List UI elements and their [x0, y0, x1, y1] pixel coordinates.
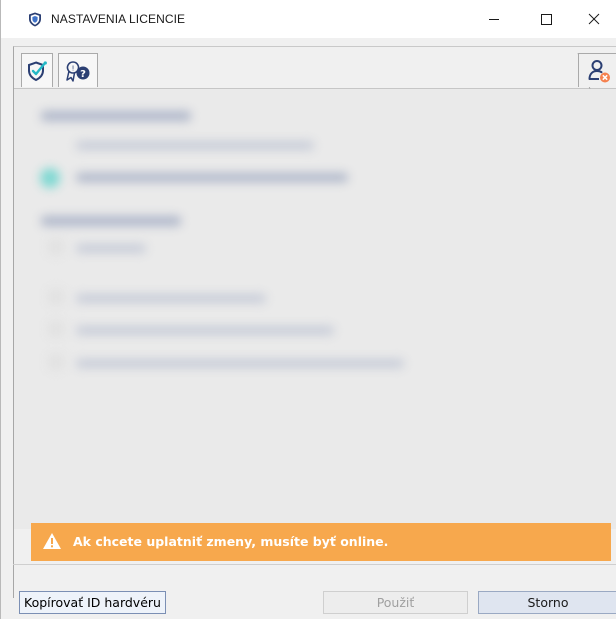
close-button[interactable] [571, 0, 616, 38]
blurred-status-dot [40, 168, 60, 188]
blurred-heading [41, 216, 181, 226]
minimize-button[interactable] [471, 0, 517, 38]
tab-license-info[interactable]: ! ? [58, 53, 98, 87]
minimize-icon [489, 19, 499, 20]
blurred-checkbox [48, 289, 64, 305]
copy-hardware-id-button[interactable]: Kopírovať ID hardvéru [19, 591, 166, 614]
blurred-line [76, 244, 146, 253]
blurred-checkbox [48, 239, 64, 255]
blurred-content [14, 89, 616, 529]
footer-separator [13, 564, 616, 565]
svg-text:!: ! [72, 64, 75, 72]
blurred-line [76, 294, 266, 303]
title-bar[interactable]: NASTAVENIA LICENCIE [1, 0, 616, 38]
tab-user[interactable] [578, 53, 616, 87]
client-area: ! ? Ak chcete uplatniť zmeny, musíte byť… [13, 46, 616, 598]
close-icon [588, 13, 600, 25]
tab-license[interactable] [21, 53, 53, 87]
license-settings-window: NASTAVENIA LICENCIE ! ? Ak chcete uplatn… [0, 0, 616, 619]
app-shield-icon [29, 12, 41, 27]
tab-bar: ! ? [14, 47, 616, 89]
license-content-panel [14, 89, 616, 529]
blurred-line [76, 141, 314, 150]
blurred-line [76, 359, 404, 368]
maximize-icon [541, 14, 552, 25]
blurred-line [76, 173, 348, 182]
warning-icon [43, 533, 61, 549]
cancel-button[interactable]: Storno [478, 591, 616, 614]
apply-button[interactable]: Použiť [323, 591, 468, 614]
maximize-button[interactable] [523, 0, 569, 38]
blurred-heading [41, 111, 191, 121]
svg-text:?: ? [80, 69, 86, 80]
user-remove-icon [588, 59, 610, 82]
shield-check-icon [28, 60, 47, 81]
warning-text: Ak chcete uplatniť zmeny, musíte byť onl… [73, 534, 389, 549]
window-title: NASTAVENIA LICENCIE [51, 12, 186, 26]
license-info-icon: ! ? [66, 60, 90, 82]
blurred-checkbox [48, 321, 64, 337]
blurred-line [76, 326, 334, 335]
blurred-checkbox [48, 354, 64, 370]
online-warning-banner: Ak chcete uplatniť zmeny, musíte byť onl… [31, 523, 611, 561]
